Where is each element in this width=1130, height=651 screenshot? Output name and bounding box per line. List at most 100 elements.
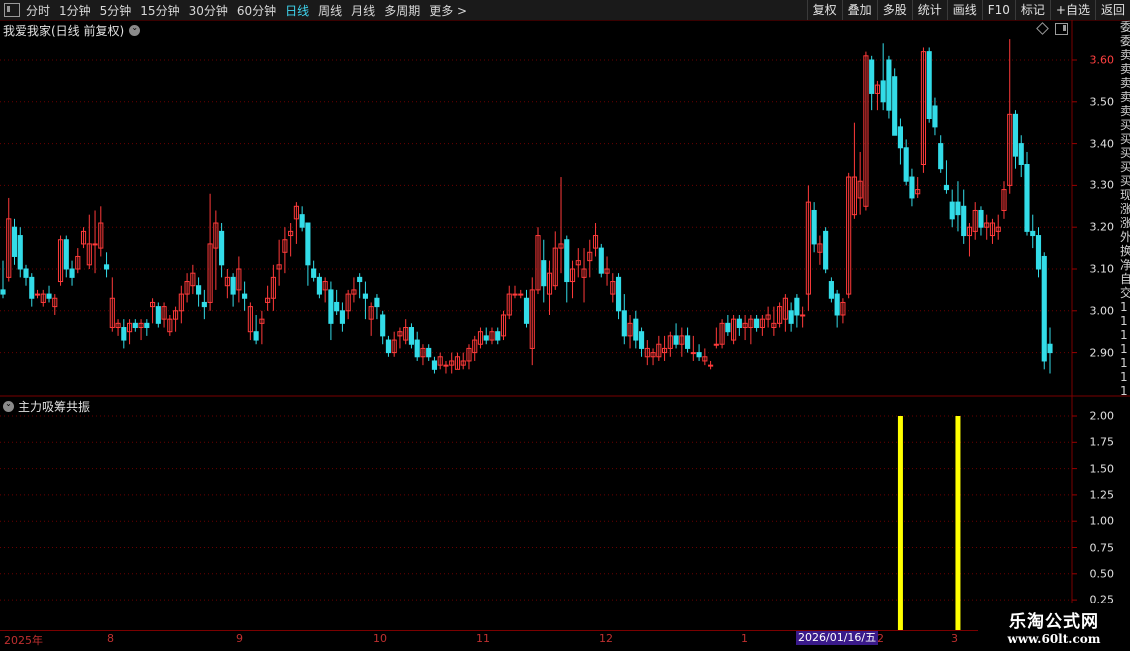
candle-body bbox=[34, 293, 41, 296]
quote-field-label: 现 bbox=[1120, 188, 1130, 202]
quote-field-label: 委 bbox=[1120, 34, 1130, 48]
candle-body bbox=[69, 268, 75, 278]
candle-body bbox=[955, 201, 961, 216]
quote-field-label: 涨 bbox=[1120, 216, 1130, 230]
date-axis: 2025年 8 9 10 11 12 1 2 3 bbox=[0, 630, 1072, 651]
candle-body bbox=[523, 297, 530, 324]
main-panel-title[interactable]: 我爱我家(日线 前复权) bbox=[3, 22, 141, 39]
kline-chart[interactable] bbox=[0, 0, 1130, 650]
price-axis: 3.60 3.50 3.40 3.30 3.20 3.10 3.00 2.90 bbox=[1072, 20, 1120, 396]
quote-field-label: 买 bbox=[1120, 146, 1130, 160]
date-label: 8 bbox=[107, 632, 114, 645]
candle-body bbox=[426, 347, 432, 358]
candle-body bbox=[23, 268, 29, 278]
price-tick: 3.20 bbox=[1089, 220, 1115, 234]
candle-body bbox=[144, 322, 150, 329]
candle-body bbox=[443, 364, 449, 367]
quote-field-label: 1 bbox=[1120, 356, 1128, 370]
quote-field-label: 卖 bbox=[1120, 48, 1130, 62]
candle-body bbox=[305, 222, 311, 266]
indicator-panel-title[interactable]: 主力吸筹共振 bbox=[3, 398, 90, 415]
candle-body bbox=[132, 322, 138, 329]
candle-body bbox=[201, 301, 207, 308]
chevron-down-icon[interactable] bbox=[3, 401, 14, 412]
candle-body bbox=[431, 360, 438, 370]
indicator-title: 主力吸筹共振 bbox=[18, 400, 91, 414]
quote-field-label: 卖 bbox=[1120, 62, 1130, 76]
date-label: 1 bbox=[741, 632, 748, 645]
candle-body bbox=[242, 293, 248, 299]
candle-body bbox=[230, 276, 236, 295]
candle-body bbox=[219, 230, 225, 266]
candle-body bbox=[374, 297, 380, 308]
candle-body bbox=[385, 339, 392, 354]
price-tick: 3.40 bbox=[1089, 137, 1115, 151]
candle-body bbox=[483, 335, 489, 341]
quote-field-label: 净 bbox=[1120, 258, 1130, 272]
candle-body bbox=[638, 331, 645, 349]
candle-body bbox=[823, 230, 829, 270]
candle-body bbox=[299, 214, 305, 228]
watermark-url: www.60lt.com bbox=[1007, 632, 1101, 646]
candle-body bbox=[673, 335, 679, 345]
candle-body bbox=[155, 306, 161, 324]
candle-body bbox=[121, 327, 127, 341]
candle-body bbox=[357, 276, 363, 283]
quote-field-label: 1 bbox=[1120, 314, 1128, 328]
candle-body bbox=[0, 289, 6, 295]
candle-body bbox=[633, 318, 639, 341]
indicator-tick: 0.50 bbox=[1089, 567, 1115, 581]
quote-field-label: 买 bbox=[1120, 118, 1130, 132]
candle-body bbox=[713, 343, 719, 346]
candle-body bbox=[1035, 235, 1042, 270]
indicator-tick: 1.75 bbox=[1089, 435, 1115, 449]
candle-body bbox=[909, 176, 915, 199]
candle-body bbox=[408, 327, 415, 345]
signal-bar bbox=[955, 416, 961, 630]
quote-field-label: 1 bbox=[1120, 300, 1128, 314]
indicator-axis: 2.00 1.75 1.50 1.25 1.00 0.75 0.50 0.25 bbox=[1072, 397, 1120, 630]
candle-body bbox=[46, 293, 52, 299]
quote-sidebar[interactable]: 委委卖卖卖卖卖买买买买买现涨涨外换净自交1111111 bbox=[1120, 20, 1130, 630]
signal-bar bbox=[897, 416, 903, 630]
candle-body bbox=[961, 205, 967, 237]
candle-body bbox=[1047, 343, 1053, 354]
candle-body bbox=[1012, 113, 1019, 157]
panel-toggle-icon[interactable] bbox=[1055, 23, 1068, 35]
candle-body bbox=[311, 268, 317, 278]
candle-body bbox=[316, 276, 322, 295]
date-label: 3 bbox=[951, 632, 958, 645]
indicator-tick: 1.25 bbox=[1089, 488, 1115, 502]
candle-body bbox=[685, 335, 691, 349]
quote-field-label: 外 bbox=[1120, 230, 1130, 244]
price-tick: 3.50 bbox=[1089, 95, 1115, 109]
candle-body bbox=[598, 247, 604, 274]
candle-body bbox=[725, 322, 731, 333]
indicator-tick: 2.00 bbox=[1089, 409, 1115, 423]
candle-body bbox=[943, 184, 950, 191]
candle-body bbox=[103, 264, 110, 270]
candle-body bbox=[736, 318, 742, 329]
chevron-down-icon[interactable] bbox=[129, 25, 141, 36]
watermark: 乐淘公式网 www.60lt.com bbox=[978, 603, 1130, 650]
candle-body bbox=[926, 51, 932, 120]
date-label: 9 bbox=[236, 632, 243, 645]
quote-field-label: 1 bbox=[1120, 342, 1128, 356]
candle-body bbox=[414, 339, 420, 358]
candle-body bbox=[834, 293, 840, 316]
candle-body bbox=[800, 314, 806, 317]
candle-body bbox=[1041, 255, 1047, 362]
candle-body bbox=[1024, 164, 1030, 232]
indicator-tick: 1.00 bbox=[1089, 514, 1115, 528]
quote-field-label: 买 bbox=[1120, 160, 1130, 174]
quote-field-label: 买 bbox=[1120, 132, 1130, 146]
price-tick: 3.00 bbox=[1089, 304, 1115, 318]
candle-body bbox=[690, 352, 696, 355]
candle-body bbox=[1030, 230, 1036, 237]
candle-body bbox=[339, 310, 345, 324]
candle-body bbox=[17, 235, 23, 270]
candle-body bbox=[886, 59, 892, 111]
date-label: 11 bbox=[476, 632, 490, 645]
candle-body bbox=[903, 147, 909, 182]
candle-body bbox=[518, 293, 524, 296]
